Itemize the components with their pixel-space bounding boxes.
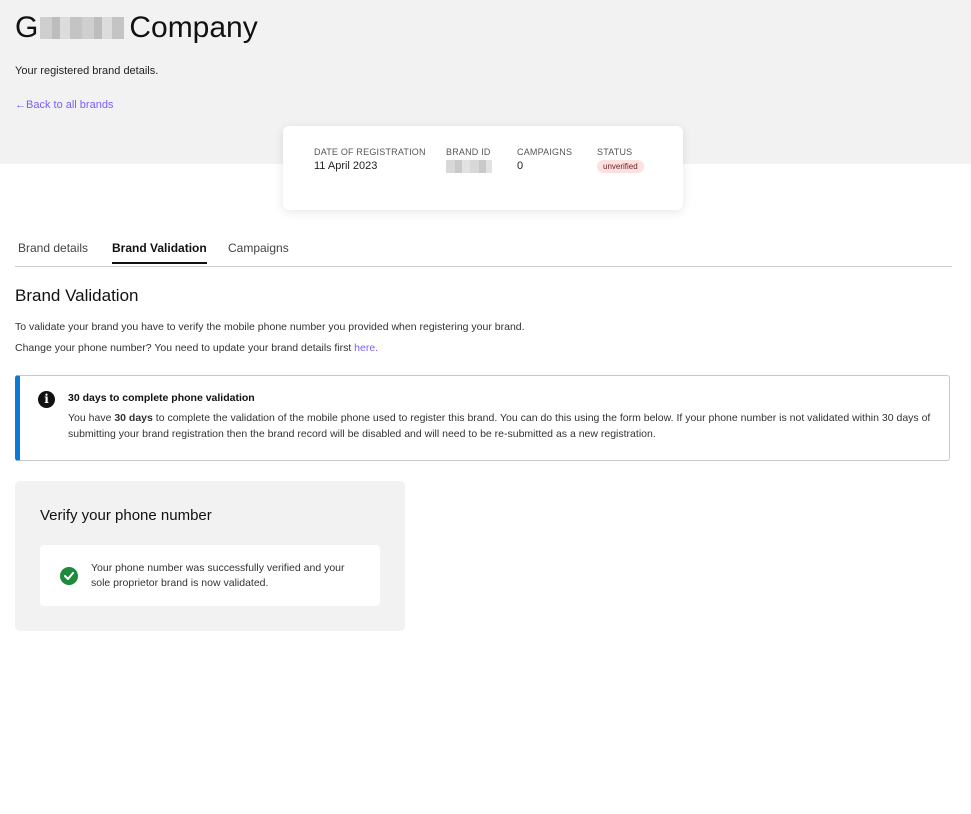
tab-brand-validation[interactable]: Brand Validation <box>112 241 207 264</box>
date-label: DATE OF REGISTRATION <box>314 147 426 157</box>
page-title: G Company <box>15 10 258 46</box>
verification-success-message: Your phone number was successfully verif… <box>91 562 345 589</box>
notice-title: 30 days to complete phone validation <box>68 392 255 404</box>
campaigns-count: CAMPAIGNS 0 <box>517 147 572 172</box>
tab-bar: Brand details Brand Validation Campaigns <box>15 238 952 267</box>
campaigns-label: CAMPAIGNS <box>517 147 573 157</box>
status-badge: unverified <box>597 160 644 173</box>
change-phone-text: Change your phone number? You need to up… <box>15 342 378 354</box>
notice-days-bold: 30 days <box>114 412 153 424</box>
date-value: 11 April 2023 <box>314 160 378 172</box>
section-heading: Brand Validation <box>15 286 139 305</box>
status-label: STATUS <box>597 147 633 157</box>
redacted-brand-id <box>446 160 492 173</box>
brand-summary-card: DATE OF REGISTRATION 11 April 2023 BRAND… <box>283 126 683 210</box>
notice-body-before: You have <box>68 412 115 424</box>
check-circle-icon <box>60 567 78 585</box>
verify-heading: Verify your phone number <box>40 507 212 524</box>
tab-campaigns[interactable]: Campaigns <box>228 241 289 262</box>
page-subtitle: Your registered brand details. <box>15 65 159 77</box>
campaigns-value: 0 <box>517 160 524 172</box>
tab-brand-details[interactable]: Brand details <box>18 241 88 262</box>
notice-body: You have 30 days to complete the validat… <box>68 410 938 442</box>
title-rest: Company <box>129 11 258 44</box>
validation-notice: i 30 days to complete phone validation Y… <box>15 375 950 461</box>
change-phone-prefix: Change your phone number? You need to up… <box>15 342 355 354</box>
update-details-link[interactable]: here. <box>354 342 378 354</box>
info-icon: i <box>38 391 55 408</box>
brand-id: BRAND ID <box>446 147 492 176</box>
verify-phone-panel: Verify your phone number Your phone numb… <box>15 481 405 631</box>
validation-instructions: To validate your brand you have to verif… <box>15 321 525 333</box>
status-value: unverified <box>597 160 644 173</box>
back-to-brands-link[interactable]: ←Back to all brands <box>15 99 113 111</box>
brand-id-label: BRAND ID <box>446 147 491 157</box>
verification-success-box: Your phone number was successfully verif… <box>40 545 380 606</box>
date-of-registration: DATE OF REGISTRATION 11 April 2023 <box>314 147 426 172</box>
title-first-letter: G <box>15 11 39 44</box>
brand-status: STATUS unverified <box>597 147 644 173</box>
brand-id-value <box>446 160 492 176</box>
notice-body-after: to complete the validation of the mobile… <box>68 412 931 440</box>
redacted-name <box>40 17 125 39</box>
